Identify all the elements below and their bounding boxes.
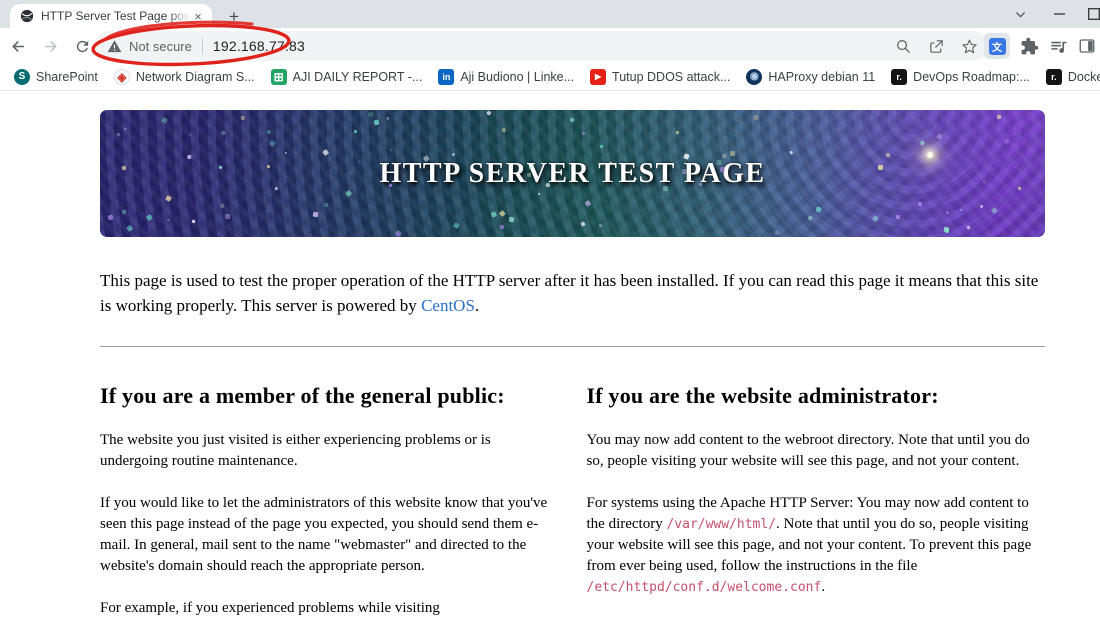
- tab-search-chevron-icon[interactable]: [1002, 0, 1038, 28]
- haproxy-icon: ◉: [746, 69, 763, 85]
- paragraph: You may now add content to the webroot d…: [586, 432, 1030, 469]
- bookmark-label: Aji Budiono | Linke...: [460, 70, 575, 84]
- omnibox-separator: [201, 38, 203, 54]
- page-content: HTTP SERVER TEST PAGE This page is used …: [0, 91, 1100, 618]
- administrator-heading: If you are the website administrator:: [586, 383, 939, 408]
- bookmark-item[interactable]: ◈ Network Diagram S...: [106, 66, 263, 88]
- globe-favicon-icon: [20, 9, 34, 23]
- linkedin-icon: in: [438, 69, 455, 85]
- banner-title: HTTP SERVER TEST PAGE: [379, 157, 766, 189]
- tab-strip: HTTP Server Test Page powered × +: [0, 0, 1100, 28]
- bookmark-label: DevOps Roadmap:...: [913, 70, 1030, 84]
- google-sheets-icon: ⊞: [270, 69, 287, 85]
- tab-title: HTTP Server Test Page powered: [41, 9, 190, 23]
- general-public-heading: If you are a member of the general publi…: [100, 383, 505, 408]
- intro-paragraph: This page is used to test the proper ope…: [100, 271, 1039, 315]
- address-bar[interactable]: Not secure 192.168.77.83: [95, 31, 988, 61]
- translate-extension-icon[interactable]: 文: [984, 33, 1010, 59]
- centos-link[interactable]: CentOS: [421, 296, 475, 315]
- youtube-icon: ▶: [590, 69, 607, 85]
- media-playlist-icon[interactable]: [1049, 37, 1068, 56]
- bookmark-item[interactable]: ⊞ AJI DAILY REPORT -...: [263, 66, 431, 88]
- roadmap-icon: r.: [891, 69, 908, 85]
- general-public-column: If you are a member of the general publi…: [100, 365, 559, 618]
- window-maximize-button[interactable]: [1080, 0, 1100, 28]
- browser-tab[interactable]: HTTP Server Test Page powered ×: [10, 4, 212, 28]
- bookmark-label: Tutup DDOS attack...: [612, 70, 731, 84]
- new-tab-button[interactable]: +: [222, 5, 246, 29]
- divider: [100, 346, 1045, 347]
- bookmark-item[interactable]: r. DevOps Roadmap:...: [883, 66, 1038, 88]
- bookmark-label: Docker Roadmap -...: [1067, 70, 1100, 84]
- test-page-banner: HTTP SERVER TEST PAGE: [100, 110, 1045, 237]
- not-secure-label[interactable]: Not secure: [129, 39, 192, 54]
- reload-button[interactable]: [68, 32, 96, 60]
- bookmarks-bar: S SharePoint ◈ Network Diagram S... ⊞ AJI DAI…: [0, 64, 1100, 91]
- administrator-column: If you are the website administrator: Yo…: [587, 365, 1046, 618]
- sharepoint-icon: S: [14, 69, 30, 85]
- paragraph: For systems using the Apache HTTP Server…: [586, 495, 1032, 595]
- bookmark-item[interactable]: ▶ Tutup DDOS attack...: [582, 66, 738, 88]
- paragraph: The website you just visited is either e…: [100, 432, 491, 469]
- paragraph: If you would like to let the administrat…: [100, 495, 548, 574]
- bookmark-item[interactable]: in Aji Budiono | Linke...: [430, 66, 582, 88]
- url-text[interactable]: 192.168.77.83: [213, 38, 305, 54]
- bookmark-item[interactable]: r. Docker Roadmap -...: [1038, 66, 1100, 88]
- paragraph: For example, if you experienced problems…: [100, 600, 440, 616]
- roadmap-icon: r.: [1045, 69, 1062, 85]
- search-icon[interactable]: [895, 38, 912, 55]
- side-panel-icon[interactable]: [1078, 37, 1096, 55]
- bookmark-label: AJI DAILY REPORT -...: [292, 70, 423, 84]
- share-icon[interactable]: [928, 38, 945, 55]
- browser-toolbar: Not secure 192.168.77.83 文: [0, 28, 1100, 64]
- bookmark-star-icon[interactable]: [961, 38, 978, 55]
- bookmark-label: Network Diagram S...: [135, 70, 255, 84]
- bookmark-label: SharePoint: [36, 70, 98, 84]
- bookmark-item[interactable]: S SharePoint: [6, 66, 106, 88]
- bookmark-label: HAProxy debian 11: [768, 70, 876, 84]
- back-button[interactable]: [4, 32, 32, 60]
- forward-button[interactable]: [36, 32, 64, 60]
- not-secure-warning-icon[interactable]: [107, 39, 122, 54]
- tab-close-icon[interactable]: ×: [190, 8, 206, 24]
- network-diagram-icon: ◈: [113, 69, 130, 85]
- window-minimize-button[interactable]: [1042, 0, 1078, 28]
- bookmark-item[interactable]: ◉ HAProxy debian 11: [738, 66, 883, 88]
- extensions-puzzle-icon[interactable]: [1020, 37, 1039, 56]
